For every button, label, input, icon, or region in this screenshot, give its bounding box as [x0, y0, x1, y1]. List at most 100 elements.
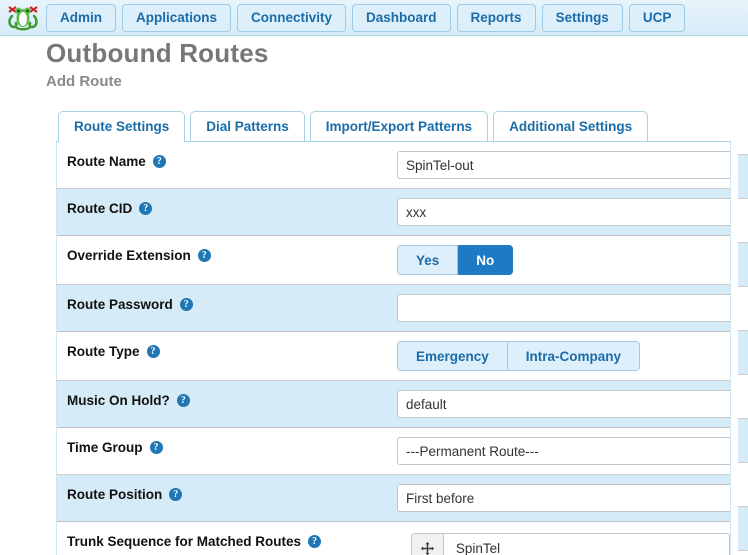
clipped-row	[738, 375, 748, 419]
time-group-select[interactable]: ---Permanent Route---	[397, 437, 730, 465]
help-icon[interactable]: ?	[179, 298, 193, 311]
route-cid-control	[397, 198, 730, 226]
select-value: First before	[406, 490, 475, 506]
route-cid-label: Route CID ?	[67, 198, 397, 216]
help-icon[interactable]: ?	[308, 535, 322, 548]
route-password-control	[397, 294, 730, 322]
route-position-control: First before	[397, 484, 730, 512]
clipped-row	[738, 243, 748, 287]
form-row-route-type: Route Type ? Emergency Intra-Company	[57, 332, 730, 381]
nav-item-label: Applications	[136, 10, 218, 25]
help-icon[interactable]: ?	[149, 441, 163, 454]
move-cross-icon[interactable]	[411, 533, 443, 555]
nav-item-ucp[interactable]: UCP	[628, 3, 686, 32]
clipped-row	[738, 419, 748, 463]
route-password-input[interactable]	[397, 294, 730, 322]
clipped-row	[738, 199, 748, 243]
button-label: No	[476, 252, 495, 268]
nav-item-label: Reports	[470, 10, 522, 25]
nav-item-admin[interactable]: Admin	[46, 3, 116, 32]
trunk-sequence-control: SpinTel	[397, 531, 730, 555]
label-text: Time Group	[67, 440, 143, 455]
trunk-sequence-label: Trunk Sequence for Matched Routes ?	[67, 531, 397, 549]
trunk-sequence-select[interactable]: SpinTel	[442, 533, 730, 555]
clipped-row	[738, 287, 748, 331]
tab-label: Import/Export Patterns	[325, 119, 473, 134]
page-subtitle: Add Route	[46, 73, 122, 90]
form-row-override-extension: Override Extension ? Yes No	[57, 236, 730, 285]
override-extension-label: Override Extension ?	[67, 245, 397, 263]
nav-item-applications[interactable]: Applications	[122, 3, 232, 32]
nav-item-reports[interactable]: Reports	[456, 3, 536, 32]
clipped-row	[738, 331, 748, 375]
tab-bar: Route Settings Dial Patterns Import/Expo…	[56, 111, 731, 142]
form-row-time-group: Time Group ? ---Permanent Route---	[57, 428, 730, 475]
label-text: Route Name	[67, 154, 146, 169]
route-position-select[interactable]: First before	[397, 484, 730, 512]
clipped-overflow-strip	[738, 111, 748, 555]
help-icon[interactable]: ?	[197, 249, 211, 262]
nav-item-label: Connectivity	[251, 10, 333, 25]
route-type-emergency-button[interactable]: Emergency	[397, 341, 508, 371]
override-extension-no-button[interactable]: No	[458, 245, 514, 275]
form-row-route-name: Route Name ?	[57, 142, 730, 189]
route-name-label: Route Name ?	[67, 151, 397, 169]
route-type-label: Route Type ?	[67, 341, 397, 359]
nav-item-connectivity[interactable]: Connectivity	[237, 3, 347, 32]
form-panel: Route Name ? Route CID ? Override Extens…	[56, 142, 731, 555]
button-label: Intra-Company	[525, 348, 622, 364]
form-row-trunk-sequence: Trunk Sequence for Matched Routes ? Spin…	[57, 522, 730, 555]
label-text: Music On Hold?	[67, 393, 170, 408]
tab-label: Additional Settings	[509, 119, 633, 134]
clipped-row	[738, 507, 748, 551]
music-on-hold-label: Music On Hold? ?	[67, 390, 397, 408]
select-value: default	[406, 396, 447, 412]
page-title: Outbound Routes	[46, 38, 269, 68]
label-text: Route Type	[67, 344, 140, 359]
route-type-intra-company-button[interactable]: Intra-Company	[507, 341, 641, 371]
route-type-control: Emergency Intra-Company	[397, 341, 730, 371]
help-icon[interactable]: ?	[169, 488, 183, 501]
freepbx-frog-logo-icon[interactable]	[6, 3, 40, 33]
help-icon[interactable]: ?	[139, 202, 153, 215]
route-password-label: Route Password ?	[67, 294, 397, 312]
form-row-route-position: Route Position ? First before	[57, 475, 730, 522]
override-extension-yes-button[interactable]: Yes	[397, 245, 459, 275]
label-text: Route CID	[67, 201, 133, 216]
nav-item-label: UCP	[642, 10, 672, 25]
nav-item-dashboard[interactable]: Dashboard	[352, 3, 451, 32]
music-on-hold-select[interactable]: default	[397, 390, 730, 418]
route-cid-input[interactable]	[397, 198, 730, 226]
tab-import-export-patterns[interactable]: Import/Export Patterns	[309, 111, 489, 141]
select-value: SpinTel	[455, 540, 501, 555]
form-row-route-cid: Route CID ?	[57, 189, 730, 236]
route-name-control	[397, 151, 730, 179]
tab-label: Route Settings	[74, 119, 170, 134]
label-text: Route Password	[67, 297, 173, 312]
route-settings-panel: Route Settings Dial Patterns Import/Expo…	[56, 111, 731, 555]
help-icon[interactable]: ?	[146, 345, 160, 358]
nav-item-settings[interactable]: Settings	[541, 3, 623, 32]
form-row-route-password: Route Password ?	[57, 285, 730, 332]
route-name-input[interactable]	[397, 151, 730, 179]
tab-route-settings[interactable]: Route Settings	[58, 111, 186, 142]
select-value: ---Permanent Route---	[406, 443, 539, 459]
button-label: Yes	[416, 252, 440, 268]
top-navigation-bar: Admin Applications Connectivity Dashboar…	[0, 0, 748, 36]
tab-additional-settings[interactable]: Additional Settings	[493, 111, 649, 141]
label-text: Route Position	[67, 487, 163, 502]
clipped-row	[738, 111, 748, 155]
help-icon[interactable]: ?	[152, 155, 166, 168]
tab-dial-patterns[interactable]: Dial Patterns	[190, 111, 305, 141]
music-on-hold-control: default	[397, 390, 730, 418]
trunk-sequence-row: SpinTel	[411, 533, 730, 555]
override-extension-control: Yes No	[397, 245, 730, 275]
nav-item-label: Dashboard	[366, 10, 437, 25]
route-type-toggle-group: Emergency Intra-Company	[397, 341, 641, 371]
override-extension-toggle-group: Yes No	[397, 245, 514, 275]
help-icon[interactable]: ?	[176, 394, 190, 407]
time-group-label: Time Group ?	[67, 437, 397, 455]
nav-item-label: Settings	[555, 10, 609, 25]
time-group-control: ---Permanent Route---	[397, 437, 730, 465]
form-row-music-on-hold: Music On Hold? ? default	[57, 381, 730, 428]
